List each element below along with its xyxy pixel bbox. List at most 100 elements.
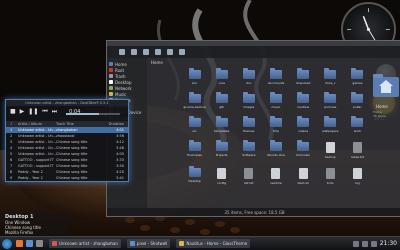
file-item[interactable]: public [344,92,371,109]
file-item[interactable]: doc [235,68,262,85]
previous-icon[interactable]: ⏮ [42,109,47,115]
file-item[interactable]: music [262,92,289,109]
file-item[interactable]: notes.txt [344,142,371,159]
file-item[interactable]: games [344,68,371,85]
file-manager-window[interactable]: HomeRootTrashDesktopNetworkMusicPictures… [106,40,400,217]
file-item[interactable]: bin [181,68,208,85]
file-name: images [243,105,255,109]
location-label: Home [151,60,163,65]
file-item[interactable]: gtk [208,92,235,109]
file-item[interactable]: core [208,68,235,85]
folder-icon [215,68,228,79]
file-name: videos [298,129,309,133]
network-icon[interactable] [352,240,359,247]
folder-icon [215,92,228,103]
zoom-icon [179,49,185,55]
file-name: core [218,81,225,85]
file-item[interactable]: config [208,168,235,185]
track-dur: 4:05 [116,152,124,156]
playlist-row[interactable]: 9 Paddy - Year 2 Chinese song title 3:41 [6,175,128,181]
stop-icon[interactable]: ■ [10,109,16,115]
file-item[interactable]: work [344,116,371,133]
file-name: nautilus [297,105,310,109]
file-item[interactable]: gnome-backup [181,92,208,109]
music-player-window[interactable]: Unknown artist - zhangbohan - DeaDBeeF-0… [5,99,129,182]
file-item[interactable]: todo [317,168,344,185]
seek-bar-fill [66,113,100,115]
folder-icon [324,92,337,103]
track-artist: Unknown artist - Un... [18,146,56,150]
document-icon [298,168,308,179]
column-header[interactable]: ♪ [10,122,18,126]
track-artist: Unknown artist - Un... [18,140,56,144]
files-icon[interactable] [26,240,33,247]
play-icon[interactable]: ▶ [20,109,25,115]
home-folder-preview-icon [373,74,399,97]
file-item[interactable]: themes [235,116,262,133]
column-header[interactable]: Duration [104,122,124,126]
sidebar-item-label: Trash [115,73,126,79]
next-icon[interactable]: ⏭ [52,109,57,115]
taskbar-task[interactable]: Nautilus - Home - GlassTheme [176,239,251,248]
track-n: 7 [10,164,13,168]
file-item[interactable]: Projects [208,140,235,159]
track-n: 5 [10,152,13,156]
file-name: Ubuntu One [266,153,286,157]
folder-icon [297,92,310,103]
column-header[interactable]: Track Title [56,122,104,126]
taskbar-clock[interactable]: 21:30 [380,240,397,247]
toolbar-button[interactable] [143,49,149,55]
file-item[interactable]: Desktop [181,166,208,185]
file-item[interactable]: nautilus [290,92,317,109]
file-item[interactable]: Ubuntu One [262,140,289,159]
file-item[interactable]: wallpapers [317,116,344,133]
file-item[interactable]: readme [262,168,289,185]
terminal-icon[interactable] [36,240,43,247]
file-item[interactable]: tmp [262,116,289,133]
toolbar-button[interactable] [119,49,125,55]
file-item[interactable]: Software [235,140,262,159]
file-item[interactable]: list.txt [235,168,262,185]
sidebar-item-label: Music [115,91,127,97]
battery-icon[interactable] [370,240,377,247]
taskbar-task[interactable]: Unknown artist - zhangbohan [49,239,121,248]
file-item[interactable]: backup [317,142,344,159]
column-header[interactable]: Artist / Album [18,122,56,126]
folder-icon [351,92,364,103]
file-item[interactable]: templates [208,116,235,133]
file-item[interactable]: src [181,116,208,133]
toolbar-button[interactable] [167,49,173,55]
toolbar-button[interactable] [131,49,137,55]
track-artist: GATTOO - support7T [18,158,54,162]
file-item[interactable]: log [344,168,371,185]
seek-bar[interactable] [66,113,120,115]
toolbar-button[interactable] [155,49,161,55]
file-item[interactable]: drive_c [317,68,344,85]
file-name: Unknown [296,153,311,157]
file-item[interactable]: videos [290,116,317,133]
file-name: games [352,81,363,85]
file-name: public [352,105,362,109]
file-name: gtk [219,105,225,109]
volume-icon[interactable] [361,240,368,247]
pause-icon[interactable]: ❚❚ [28,109,38,115]
file-name: readme [270,181,282,185]
file-name: Projects [215,153,228,157]
file-name: drive_c [324,81,336,85]
firefox-icon[interactable] [16,240,23,247]
folder-icon [351,116,364,127]
file-item[interactable]: Examples [181,140,208,159]
place-icon [109,62,113,66]
taskbar-task[interactable]: pixel - Shotwell [126,239,171,248]
track-title: zhangbohan [56,128,78,132]
file-item[interactable]: pictures [317,92,344,109]
file-item[interactable]: Unknown [290,140,317,159]
file-item[interactable]: download [290,68,317,85]
status-bar: 35 items, Free space: 18.5 GB [107,208,400,216]
desktop-pager-popup: Desktop 1 One Window Chinese song title … [2,213,67,235]
toolbar-button[interactable] [179,49,185,55]
file-item[interactable]: start.sh [290,168,317,185]
file-item[interactable]: documents [262,68,289,85]
file-item[interactable]: images [235,92,262,109]
start-menu-icon[interactable] [2,238,12,249]
